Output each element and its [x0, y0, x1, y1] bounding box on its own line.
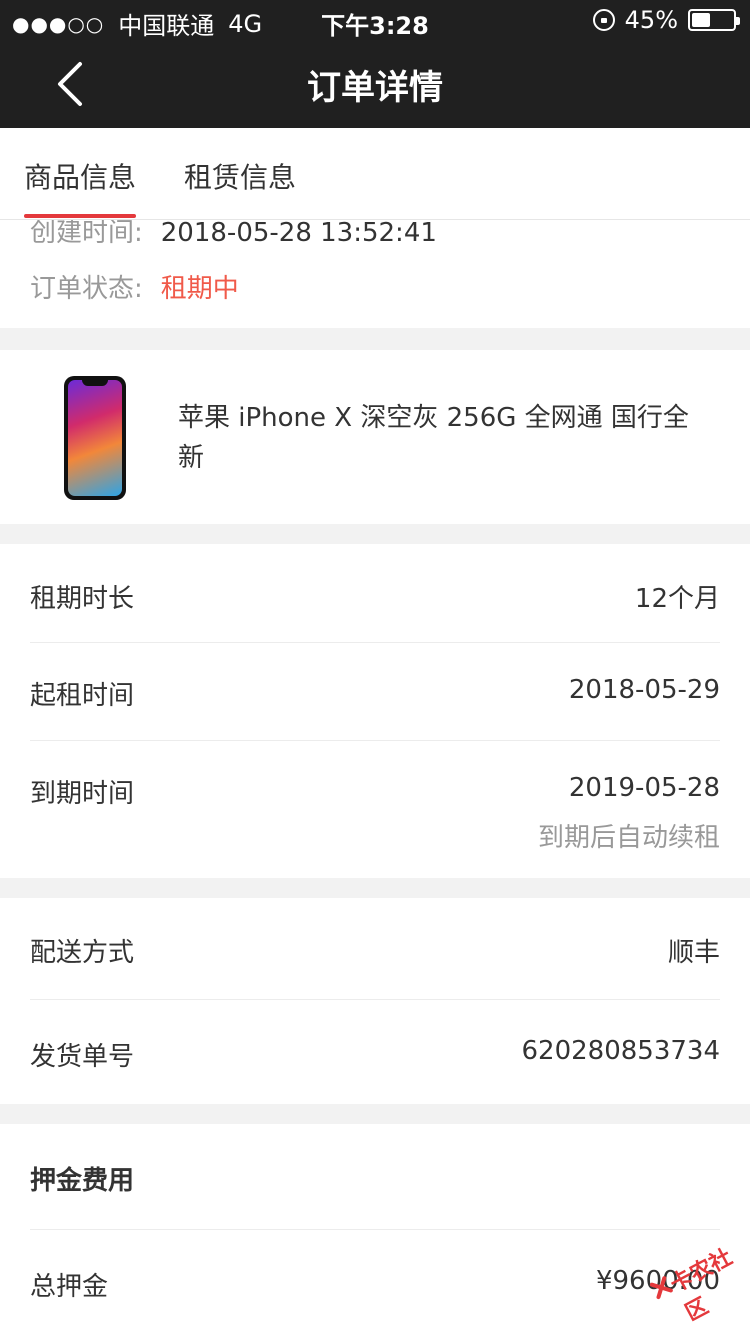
delivery-method-label: 配送方式	[30, 938, 135, 968]
product-name: 苹果 iPhone X 深空灰 256G 全网通 国行全新	[178, 403, 689, 473]
status-bar: ●●●○○ 中国联通 4G 下午3:28 45%	[0, 0, 750, 40]
order-status-label: 订单状态:	[30, 274, 143, 304]
product-image	[64, 376, 126, 500]
delivery-card: 配送方式 顺丰 发货单号 620280853734	[0, 898, 750, 1104]
lease-duration-row: 租期时长 12个月	[30, 544, 720, 643]
deposit-total-label: 总押金	[30, 1272, 109, 1302]
lease-duration-label: 租期时长	[30, 584, 135, 614]
delivery-method-row: 配送方式 顺丰	[30, 898, 720, 1000]
lease-end-row: 到期时间 2019-05-28 到期后自动续租	[30, 741, 720, 878]
lease-start-row: 起租时间 2018-05-29	[30, 643, 720, 741]
deposit-card: 押金费用 总押金 ¥9600.00	[0, 1124, 750, 1334]
rotation-lock-icon	[592, 9, 615, 31]
page-title: 订单详情	[307, 68, 443, 108]
created-time-row: 创建时间: 2018-05-28 13:52:41	[30, 220, 437, 249]
deposit-total-row: 总押金 ¥9600.00	[30, 1230, 720, 1334]
created-time-value: 2018-05-28 13:52:41	[160, 220, 437, 248]
order-status-row: 订单状态: 租期中	[30, 268, 239, 305]
order-status-value: 租期中	[160, 274, 239, 304]
top-bar: ●●●○○ 中国联通 4G 下午3:28 45% 订单详情	[0, 0, 750, 128]
tab-lease-info[interactable]: 租赁信息	[184, 156, 296, 218]
product-card[interactable]: 苹果 iPhone X 深空灰 256G 全网通 国行全新	[0, 350, 750, 524]
order-info-card: 创建时间: 2018-05-28 13:52:41 订单状态: 租期中	[0, 220, 750, 328]
phone-screen	[68, 380, 122, 496]
battery-percent: 45%	[624, 6, 678, 34]
deposit-section-title: 押金费用	[30, 1166, 135, 1196]
lease-start-value: 2018-05-29	[568, 675, 720, 705]
tab-product-info[interactable]: 商品信息	[24, 156, 137, 218]
battery-fill	[692, 13, 710, 27]
lease-end-label: 到期时间	[30, 779, 135, 809]
lease-card: 租期时长 12个月 起租时间 2018-05-29 到期时间 2019-05-2…	[0, 544, 750, 878]
delivery-method-value: 顺丰	[667, 938, 720, 968]
tab-bar: 商品信息 租赁信息	[0, 128, 750, 220]
lease-end-value: 2019-05-28	[568, 773, 720, 803]
lease-start-label: 起租时间	[30, 681, 135, 711]
lease-duration-value: 12个月	[634, 584, 720, 614]
deposit-header-row: 押金费用	[30, 1124, 720, 1230]
tracking-number-row: 发货单号 620280853734	[30, 1000, 720, 1104]
nav-bar: 订单详情	[0, 40, 750, 128]
auto-renew-note: 到期后自动续租	[537, 823, 720, 853]
phone-notch	[82, 380, 108, 386]
battery-icon	[688, 9, 740, 31]
status-right: 45%	[592, 6, 740, 34]
tracking-number-value[interactable]: 620280853734	[521, 1036, 720, 1066]
created-time-label: 创建时间:	[30, 220, 143, 248]
tracking-number-label: 发货单号	[30, 1042, 135, 1072]
